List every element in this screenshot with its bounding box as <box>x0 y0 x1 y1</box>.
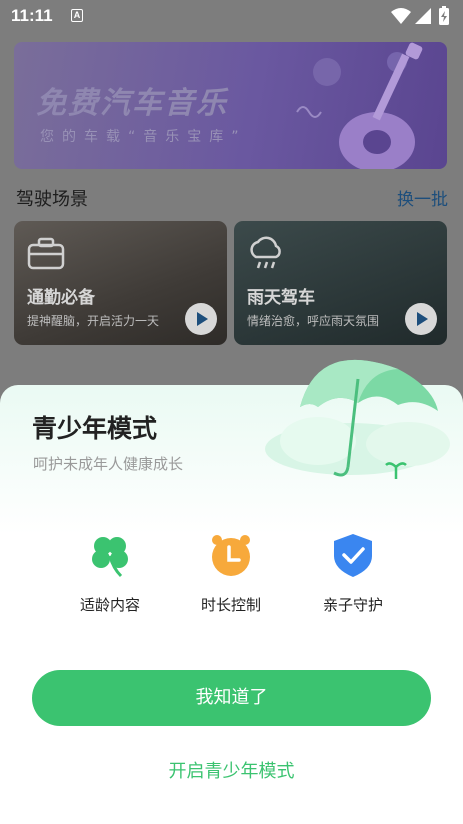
scene-card-rainy[interactable]: 雨天驾车 情绪治愈，呼应雨天氛围 <box>234 221 447 345</box>
play-button[interactable] <box>405 303 437 335</box>
scene-desc: 情绪治愈，呼应雨天氛围 <box>247 314 380 328</box>
clover-icon <box>92 537 128 578</box>
banner-title: 免费汽车音乐 <box>36 86 228 121</box>
feature-time-control: 时长控制 <box>176 532 286 622</box>
scene-name: 雨天驾车 <box>247 288 315 308</box>
feature-age-appropriate: 适龄内容 <box>55 532 165 622</box>
sheet-subtitle: 呵护未成年人健康成长 <box>33 455 184 473</box>
teen-mode-sheet: 青少年模式 呵护未成年人健康成长 适龄内容 时长控制 亲子守护 我知道了 开启青… <box>0 359 463 824</box>
alarm-clock-icon <box>212 535 250 576</box>
feature-label: 亲子守护 <box>322 596 383 614</box>
scene-card-commute[interactable]: 通勤必备 提神醒脑，开启活力一天 <box>14 221 227 345</box>
enable-teen-mode-link[interactable]: 开启青少年模式 <box>0 757 463 783</box>
shield-check-icon <box>334 534 372 577</box>
scene-name: 通勤必备 <box>27 288 95 308</box>
sheet-title: 青少年模式 <box>32 414 158 443</box>
refresh-batch-link[interactable]: 换一批 <box>397 185 448 210</box>
umbrella-illustration <box>265 359 450 479</box>
play-button[interactable] <box>185 303 217 335</box>
status-bar: 11:11 A <box>0 0 463 34</box>
status-icons <box>391 6 449 25</box>
got-it-button[interactable]: 我知道了 <box>32 670 431 726</box>
signal-icon <box>415 8 431 24</box>
play-icon <box>417 312 428 326</box>
feature-parental-guard: 亲子守护 <box>298 532 408 622</box>
feature-label: 适龄内容 <box>79 596 140 614</box>
banner-subtitle: 您的车载“音乐宝库” <box>40 129 247 145</box>
scene-desc: 提神醒脑，开启活力一天 <box>27 314 160 328</box>
briefcase-icon <box>27 237 65 270</box>
guitar-illustration <box>296 42 423 169</box>
rain-cloud-icon <box>250 236 281 269</box>
music-banner[interactable]: 免费汽车音乐 您的车载“音乐宝库” <box>14 42 447 169</box>
status-time: 11:11 <box>11 6 53 25</box>
wifi-icon <box>391 8 411 24</box>
play-icon <box>197 312 208 326</box>
section-title: 驾驶场景 <box>16 189 88 210</box>
battery-charging-icon <box>439 6 449 25</box>
a-letter-icon: A <box>71 9 83 22</box>
feature-label: 时长控制 <box>200 596 261 614</box>
